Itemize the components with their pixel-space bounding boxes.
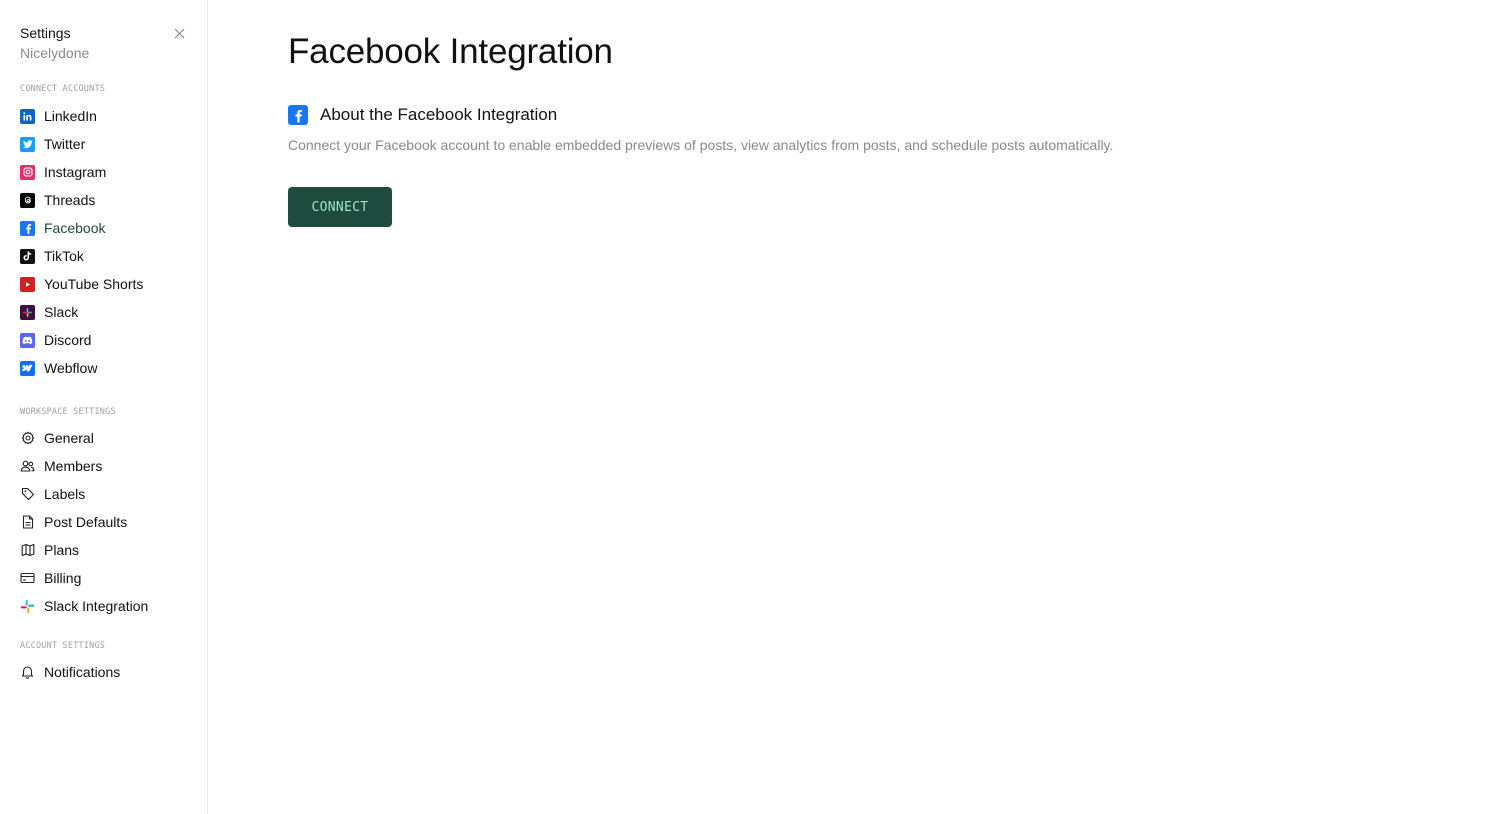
integration-description: Connect your Facebook account to enable … <box>288 137 1114 153</box>
settings-app: Settings Nicelydone CONNECT ACCOUNTS Lin… <box>0 0 1512 814</box>
sidebar-item-facebook[interactable]: Facebook <box>20 214 207 242</box>
main-content: Facebook Integration About the Facebook … <box>208 0 1512 814</box>
sidebar-item-label: TikTok <box>44 248 84 264</box>
sidebar-item-label: Labels <box>44 486 86 502</box>
sidebar-item-label: Slack Integration <box>44 598 149 614</box>
instagram-icon <box>20 164 35 180</box>
twitter-icon <box>20 136 35 152</box>
close-icon <box>174 28 184 38</box>
sidebar-item-label: YouTube Shorts <box>44 276 144 292</box>
sidebar-item-general[interactable]: General <box>20 424 207 452</box>
sidebar-item-discord[interactable]: Discord <box>20 326 207 354</box>
facebook-icon <box>288 105 308 125</box>
workspace-name: Nicelydone <box>20 45 90 61</box>
sidebar-item-slack-integration[interactable]: Slack Integration <box>20 592 207 620</box>
sidebar-item-label: Instagram <box>44 164 107 180</box>
sidebar-item-label: Plans <box>44 542 80 558</box>
sidebar-item-label: Slack <box>44 304 79 320</box>
connect-button[interactable]: CONNECT <box>288 187 392 227</box>
sidebar-item-slack[interactable]: Slack <box>20 298 207 326</box>
linkedin-icon <box>20 108 35 124</box>
members-icon <box>20 459 35 474</box>
tag-icon <box>20 487 35 502</box>
sidebar-item-youtube-shorts[interactable]: YouTube Shorts <box>20 270 207 298</box>
sidebar-header: Settings Nicelydone <box>20 0 207 80</box>
sidebar-item-label: Post Defaults <box>44 514 128 530</box>
sidebar-item-label: Facebook <box>44 220 106 236</box>
about-section-header: About the Facebook Integration <box>288 105 557 125</box>
workspace-settings-list: General Members Labels Post Defaults Pla… <box>20 424 207 620</box>
connect-accounts-list: LinkedIn Twitter Instagram Threads Faceb… <box>20 102 207 382</box>
youtube-shorts-icon <box>20 276 35 292</box>
section-label-account-settings: ACCOUNT SETTINGS <box>20 641 106 651</box>
sidebar-item-label: Billing <box>44 570 82 586</box>
sidebar-item-threads[interactable]: Threads <box>20 186 207 214</box>
document-icon <box>20 515 35 530</box>
sidebar-item-linkedin[interactable]: LinkedIn <box>20 102 207 130</box>
facebook-icon <box>20 220 35 236</box>
webflow-icon <box>20 360 35 376</box>
sidebar-item-label: Twitter <box>44 136 86 152</box>
sidebar-item-label: Notifications <box>44 664 121 680</box>
sidebar-item-webflow[interactable]: Webflow <box>20 354 207 382</box>
sidebar-item-post-defaults[interactable]: Post Defaults <box>20 508 207 536</box>
sidebar-item-twitter[interactable]: Twitter <box>20 130 207 158</box>
sidebar-item-billing[interactable]: Billing <box>20 564 207 592</box>
sidebar-item-notifications[interactable]: Notifications <box>20 658 207 686</box>
sidebar-item-label: Threads <box>44 192 96 208</box>
slack-color-icon <box>20 599 35 614</box>
bell-icon <box>20 665 35 680</box>
page-title: Facebook Integration <box>288 32 613 71</box>
sidebar-item-label: Members <box>44 458 103 474</box>
sidebar-item-labels[interactable]: Labels <box>20 480 207 508</box>
threads-icon <box>20 192 35 208</box>
sidebar-item-instagram[interactable]: Instagram <box>20 158 207 186</box>
sidebar-item-label: General <box>44 430 94 446</box>
slack-icon <box>20 304 35 320</box>
map-icon <box>20 543 35 558</box>
section-label-connect-accounts: CONNECT ACCOUNTS <box>20 84 106 94</box>
gear-icon <box>20 431 35 446</box>
account-settings-list: Notifications <box>20 658 207 686</box>
settings-sidebar: Settings Nicelydone CONNECT ACCOUNTS Lin… <box>0 0 208 814</box>
about-title: About the Facebook Integration <box>320 105 558 124</box>
sidebar-item-label: LinkedIn <box>44 108 97 124</box>
tiktok-icon <box>20 248 35 264</box>
sidebar-item-label: Webflow <box>44 360 98 376</box>
discord-icon <box>20 332 35 348</box>
close-button[interactable] <box>170 24 188 42</box>
sidebar-item-label: Discord <box>44 332 92 348</box>
sidebar-item-members[interactable]: Members <box>20 452 207 480</box>
section-label-workspace-settings: WORKSPACE SETTINGS <box>20 407 116 417</box>
sidebar-item-tiktok[interactable]: TikTok <box>20 242 207 270</box>
sidebar-item-plans[interactable]: Plans <box>20 536 207 564</box>
credit-card-icon <box>20 571 35 586</box>
